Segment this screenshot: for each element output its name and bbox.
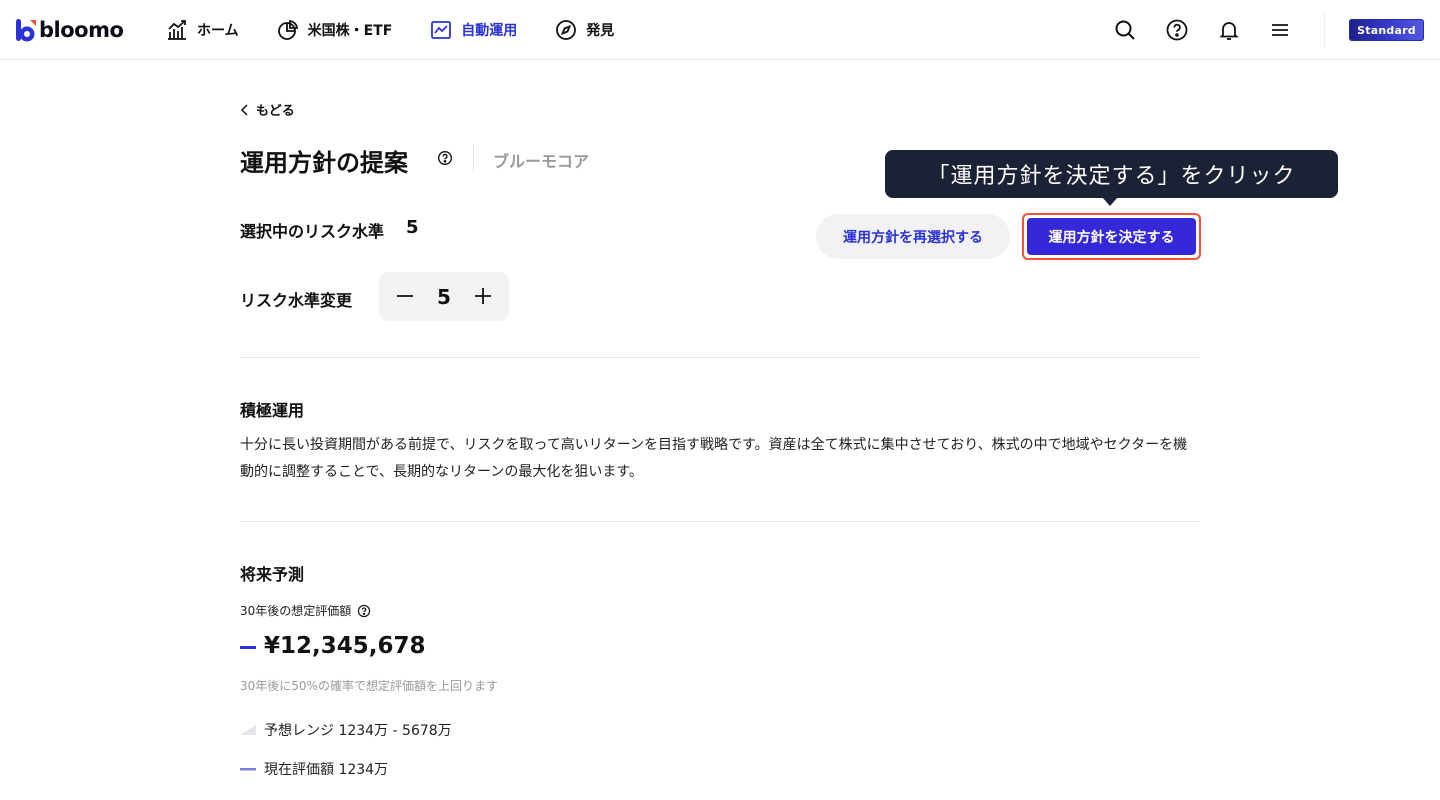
- app-header: bloomo ホーム 米国株・ETF 自動運用 発見 Standard: [0, 0, 1440, 60]
- current-value-swatch-icon: [240, 768, 256, 771]
- bell-icon[interactable]: [1217, 18, 1241, 42]
- back-label: もどる: [256, 104, 295, 119]
- help-icon[interactable]: [1165, 18, 1189, 42]
- legend-range: 予想レンジ 1234万 - 5678万: [240, 720, 452, 740]
- tooltip-arrow: [1102, 197, 1118, 206]
- nav-item-auto-invest[interactable]: 自動運用: [430, 19, 517, 41]
- selected-risk-value: 5: [406, 217, 419, 238]
- risk-change-label: リスク水準変更: [240, 291, 353, 310]
- menu-icon[interactable]: [1268, 18, 1292, 42]
- decide-policy-button[interactable]: 運用方針を決定する: [1027, 218, 1196, 255]
- nav-item-discover[interactable]: 発見: [555, 19, 614, 41]
- reselect-policy-button[interactable]: 運用方針を再選択する: [816, 214, 1010, 259]
- compass-icon: [556, 20, 577, 40]
- divider: [240, 521, 1200, 522]
- selected-risk-label: 選択中のリスク水準: [240, 222, 385, 241]
- legend-range-label: 予想レンジ 1234万 - 5678万: [264, 723, 452, 739]
- help-icon[interactable]: [357, 604, 371, 618]
- nav-label-discover: 発見: [586, 23, 615, 39]
- line-chart-icon: [431, 21, 452, 39]
- portfolio-name: ブルーモコア: [493, 152, 590, 171]
- nav-item-us-stocks[interactable]: 米国株・ETF: [277, 19, 393, 41]
- help-icon[interactable]: [437, 150, 453, 166]
- main-nav: ホーム 米国株・ETF 自動運用 発見: [166, 0, 652, 60]
- bloomo-logo[interactable]: bloomo: [16, 17, 124, 43]
- bloomo-logo-icon: [16, 18, 36, 41]
- forecast-label-row: 30年後の想定評価額: [240, 602, 371, 619]
- legend-current: 現在評価額 1234万: [240, 759, 388, 779]
- forecast-title: 将来予測: [240, 565, 305, 584]
- legend-current-label: 現在評価額 1234万: [264, 762, 389, 778]
- logo-text: bloomo: [39, 18, 124, 42]
- plan-badge[interactable]: Standard: [1349, 19, 1424, 41]
- plus-icon[interactable]: [471, 284, 495, 308]
- chart-up-icon: [168, 20, 186, 40]
- nav-item-home[interactable]: ホーム: [166, 19, 239, 41]
- header-divider: [1324, 12, 1325, 48]
- search-icon[interactable]: [1113, 18, 1137, 42]
- forecast-label: 30年後の想定評価額: [240, 604, 352, 618]
- nav-label-auto-invest: 自動運用: [461, 23, 518, 39]
- strategy-title: 積極運用: [240, 401, 305, 420]
- forecast-probability: 30年後に50%の確率で想定評価額を上回ります: [240, 679, 498, 693]
- forecast-amount: ¥12,345,678: [264, 633, 426, 659]
- decide-button-highlight: 運用方針を決定する: [1022, 213, 1201, 260]
- nav-label-us-stocks: 米国株・ETF: [307, 23, 393, 39]
- back-link[interactable]: もどる: [240, 100, 295, 119]
- pie-chart-icon: [277, 19, 298, 40]
- title-divider: [473, 145, 474, 171]
- instruction-tooltip: 「運用方針を決定する」をクリック: [885, 150, 1338, 198]
- risk-stepper: 5: [379, 272, 509, 321]
- chevron-left-icon: [240, 103, 248, 116]
- page-title: 運用方針の提案: [240, 149, 408, 177]
- strategy-description: 十分に長い投資期間がある前提で、リスクを取って高いリターンを目指す戦略です。資産…: [240, 437, 1188, 480]
- divider: [240, 357, 1200, 358]
- nav-label-home: ホーム: [197, 23, 239, 39]
- range-swatch-icon: [240, 725, 256, 735]
- amount-legend-line: [240, 646, 256, 649]
